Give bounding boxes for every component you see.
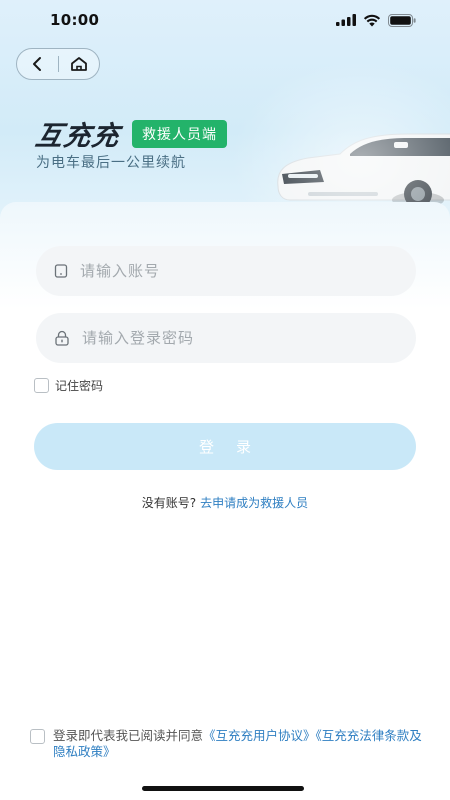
back-button[interactable]	[17, 49, 58, 79]
password-field	[36, 313, 416, 363]
lock-icon	[55, 330, 69, 346]
account-input[interactable]	[80, 262, 380, 280]
status-time: 10:00	[50, 11, 100, 29]
home-icon	[70, 57, 87, 71]
slogan: 为电车最后一公里续航	[36, 155, 186, 171]
phone-icon	[54, 264, 68, 278]
wifi-icon	[363, 14, 381, 26]
signal-icon	[336, 14, 356, 26]
user-agreement-link[interactable]: 《互充充用户协议》	[203, 728, 316, 743]
agreement-checkbox[interactable]	[30, 729, 45, 744]
password-input[interactable]	[82, 329, 382, 347]
home-button[interactable]	[58, 49, 99, 79]
agreement-text: 登录即代表我已阅读并同意《互充充用户协议》《互充充法律条款及隐私政策》	[53, 728, 422, 760]
agreement-prefix: 登录即代表我已阅读并同意	[53, 728, 204, 743]
remember-password-checkbox[interactable]	[34, 378, 49, 393]
register-row: 没有账号? 去申请成为救援人员	[0, 494, 450, 511]
remember-password-row[interactable]: 记住密码	[34, 377, 103, 394]
brand-block: 互充充 救援人员端	[33, 114, 227, 153]
home-indicator	[142, 786, 304, 791]
nav-capsule	[16, 48, 100, 80]
status-bar: 10:00	[0, 0, 450, 40]
chevron-left-icon	[33, 57, 42, 71]
brand-logo-text: 互充充	[33, 121, 122, 152]
battery-icon	[388, 13, 416, 27]
account-field	[36, 246, 416, 296]
register-prompt: 没有账号?	[141, 496, 197, 510]
login-button[interactable]: 登录	[34, 423, 416, 470]
car-illustration	[277, 133, 450, 208]
role-badge: 救援人员端	[132, 119, 227, 148]
agreement-row: 登录即代表我已阅读并同意《互充充用户协议》《互充充法律条款及隐私政策》	[30, 728, 422, 760]
status-icons	[336, 13, 416, 27]
remember-password-label: 记住密码	[55, 379, 104, 393]
apply-rescuer-link[interactable]: 去申请成为救援人员	[200, 496, 308, 510]
